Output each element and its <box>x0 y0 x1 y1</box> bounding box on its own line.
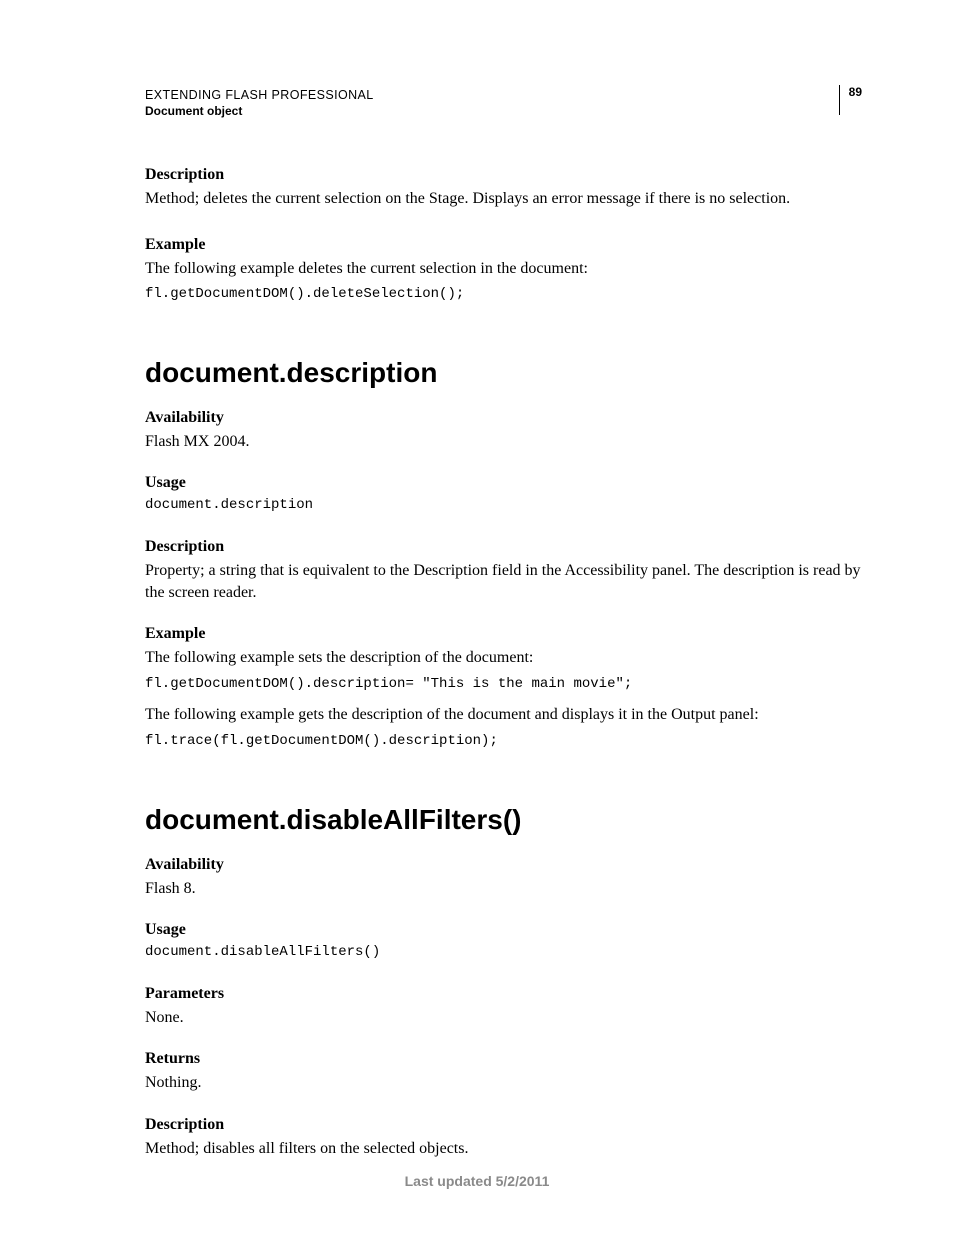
footer-text: Last updated 5/2/2011 <box>0 1173 954 1189</box>
example-code: fl.getDocumentDOM().description= "This i… <box>145 675 862 695</box>
description-text: Method; disables all filters on the sele… <box>145 1138 862 1160</box>
availability-text: Flash 8. <box>145 878 862 900</box>
description-label: Description <box>145 1116 862 1134</box>
description-text: Property; a string that is equivalent to… <box>145 560 862 603</box>
usage-label: Usage <box>145 474 862 492</box>
header-subtitle: Document object <box>145 104 862 118</box>
example-label: Example <box>145 236 862 254</box>
returns-text: Nothing. <box>145 1072 862 1094</box>
availability-text: Flash MX 2004. <box>145 431 862 453</box>
api-heading-description: document.description <box>145 357 862 389</box>
usage-label: Usage <box>145 921 862 939</box>
description-text: Method; deletes the current selection on… <box>145 188 862 210</box>
parameters-text: None. <box>145 1007 862 1029</box>
page-container: EXTENDING FLASH PROFESSIONAL Document ob… <box>0 0 954 1235</box>
example-code: fl.getDocumentDOM().deleteSelection(); <box>145 285 862 305</box>
example-text: The following example sets the descripti… <box>145 647 862 669</box>
page-header: EXTENDING FLASH PROFESSIONAL Document ob… <box>145 88 862 118</box>
page-number: 89 <box>849 85 862 99</box>
availability-label: Availability <box>145 856 862 874</box>
example-code: fl.trace(fl.getDocumentDOM().description… <box>145 732 862 752</box>
usage-code: document.description <box>145 496 862 516</box>
api-heading-disableallfilters: document.disableAllFilters() <box>145 804 862 836</box>
parameters-label: Parameters <box>145 985 862 1003</box>
availability-label: Availability <box>145 409 862 427</box>
header-title: EXTENDING FLASH PROFESSIONAL <box>145 88 862 102</box>
returns-label: Returns <box>145 1050 862 1068</box>
page-number-rule <box>839 85 840 115</box>
description-label: Description <box>145 538 862 556</box>
usage-code: document.disableAllFilters() <box>145 943 862 963</box>
example-text: The following example deletes the curren… <box>145 258 862 280</box>
example-label: Example <box>145 625 862 643</box>
description-label: Description <box>145 166 862 184</box>
example-text: The following example gets the descripti… <box>145 704 862 726</box>
